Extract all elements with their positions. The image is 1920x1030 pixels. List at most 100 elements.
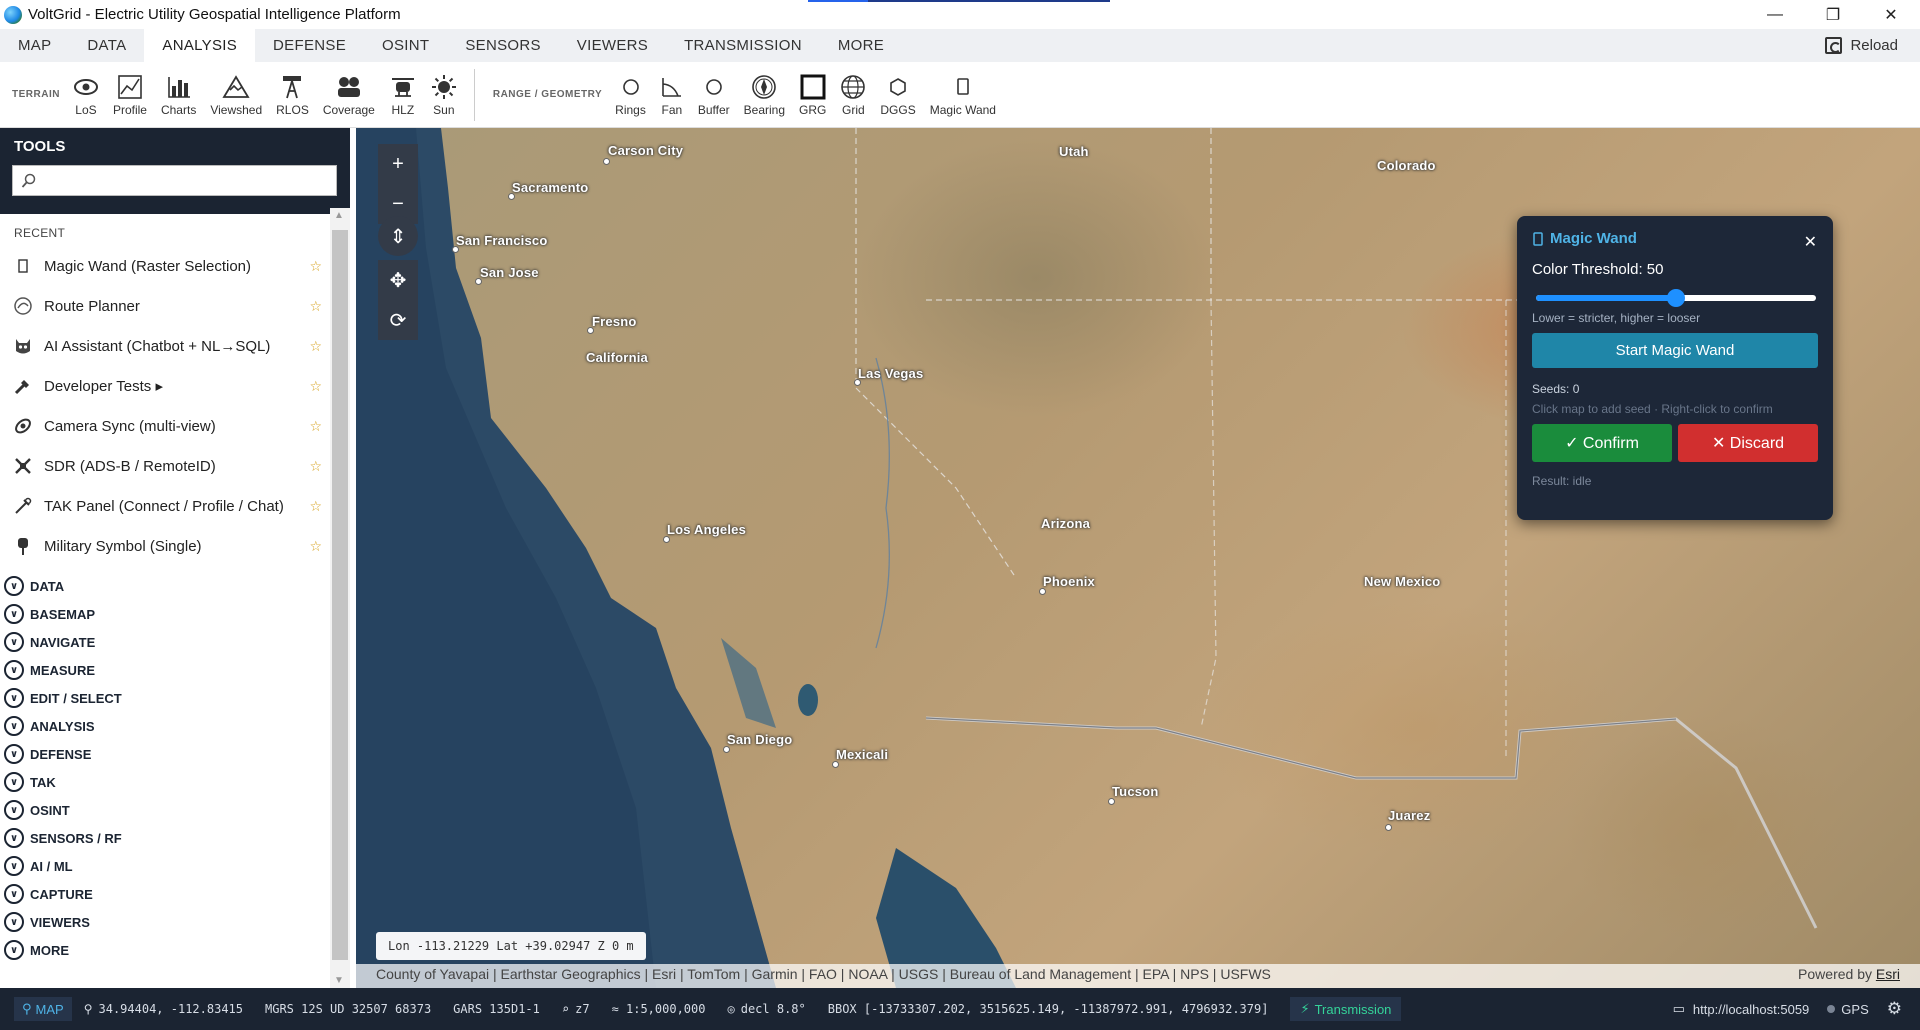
sidebar-scrollbar[interactable]: ▲ ▼ bbox=[330, 208, 350, 988]
category-capture[interactable]: ∨ CAPTURE bbox=[0, 880, 330, 908]
favorite-star-icon[interactable]: ☆ bbox=[309, 498, 322, 515]
zoom-in-button[interactable]: + bbox=[378, 144, 418, 184]
confirm-button[interactable]: ✓ Confirm bbox=[1532, 424, 1672, 462]
title-accent bbox=[808, 0, 1110, 2]
restore-button[interactable]: ❐ bbox=[1804, 0, 1862, 29]
range-group-label: RANGE / GEOMETRY bbox=[492, 89, 603, 100]
tab-osint[interactable]: OSINT bbox=[364, 29, 447, 62]
transmission-chip[interactable]: ⚡ Transmission bbox=[1290, 997, 1402, 1021]
category-sensors-rf[interactable]: ∨ SENSORS / RF bbox=[0, 824, 330, 852]
threshold-slider[interactable] bbox=[1532, 288, 1818, 307]
esri-link[interactable]: Esri bbox=[1876, 966, 1900, 982]
coverage-icon bbox=[335, 72, 363, 102]
tab-map[interactable]: MAP bbox=[0, 29, 69, 62]
category-measure[interactable]: ∨ MEASURE bbox=[0, 656, 330, 684]
seeds-count: Seeds: 0 bbox=[1532, 382, 1580, 396]
map-mode-label: MAP bbox=[35, 1001, 64, 1017]
dggs-button[interactable]: DGGS bbox=[873, 65, 922, 125]
recent-item-sdr[interactable]: SDR (ADS-B / RemoteID) ☆ bbox=[0, 446, 330, 486]
category-ai-ml[interactable]: ∨ AI / ML bbox=[0, 852, 330, 880]
magic-wand-button[interactable]: Magic Wand bbox=[923, 65, 1003, 125]
favorite-star-icon[interactable]: ☆ bbox=[309, 458, 322, 475]
recent-item-camera-sync[interactable]: Camera Sync (multi-view) ☆ bbox=[0, 406, 330, 446]
grg-button[interactable]: GRG bbox=[792, 65, 833, 125]
fan-button[interactable]: Fan bbox=[653, 65, 691, 125]
category-edit-select[interactable]: ∨ EDIT / SELECT bbox=[0, 684, 330, 712]
scroll-down-icon[interactable]: ▼ bbox=[334, 975, 344, 986]
pan-icon[interactable]: ✥ bbox=[378, 260, 418, 300]
rings-button[interactable]: Rings bbox=[608, 65, 653, 125]
viewshed-button[interactable]: Viewshed bbox=[203, 65, 269, 125]
chevron-down-icon: ∨ bbox=[4, 632, 24, 652]
los-button[interactable]: LoS bbox=[66, 65, 106, 125]
tools-search[interactable] bbox=[12, 165, 337, 196]
category-label: ANALYSIS bbox=[30, 718, 95, 734]
favorite-star-icon[interactable]: ☆ bbox=[309, 538, 322, 555]
favorite-star-icon[interactable]: ☆ bbox=[309, 258, 322, 275]
category-defense[interactable]: ∨ DEFENSE bbox=[0, 740, 330, 768]
settings-gear-icon[interactable]: ⚙ bbox=[1887, 999, 1902, 1019]
scrollbar-thumb[interactable] bbox=[332, 230, 348, 960]
sun-button[interactable]: Sun bbox=[424, 65, 464, 125]
place-marker bbox=[603, 158, 610, 165]
favorite-star-icon[interactable]: ☆ bbox=[309, 418, 322, 435]
window-controls: — ❐ ✕ bbox=[1746, 0, 1920, 29]
slider-handle[interactable] bbox=[1667, 289, 1685, 307]
tab-viewers[interactable]: VIEWERS bbox=[559, 29, 666, 62]
close-icon[interactable]: ✕ bbox=[1804, 232, 1817, 252]
tab-data[interactable]: DATA bbox=[69, 29, 144, 62]
tab-more[interactable]: MORE bbox=[820, 29, 902, 62]
category-osint[interactable]: ∨ OSINT bbox=[0, 796, 330, 824]
place-label: New Mexico bbox=[1364, 574, 1441, 589]
discard-button[interactable]: ✕ Discard bbox=[1678, 424, 1818, 462]
favorite-star-icon[interactable]: ☆ bbox=[309, 338, 322, 355]
category-viewers[interactable]: ∨ VIEWERS bbox=[0, 908, 330, 936]
profile-button[interactable]: Profile bbox=[106, 65, 154, 125]
recent-item-magic-wand[interactable]: Magic Wand (Raster Selection) ☆ bbox=[0, 246, 330, 286]
close-window-button[interactable]: ✕ bbox=[1862, 0, 1920, 29]
recent-item-ai-assistant[interactable]: AI Assistant (Chatbot + NL→SQL) ☆ bbox=[0, 326, 330, 366]
favorite-star-icon[interactable]: ☆ bbox=[309, 378, 322, 395]
reload-button[interactable]: Reload bbox=[1825, 29, 1898, 62]
tab-defense[interactable]: DEFENSE bbox=[255, 29, 364, 62]
map-mode-chip[interactable]: ⚲ MAP bbox=[14, 997, 72, 1021]
category-data[interactable]: ∨ DATA bbox=[0, 572, 330, 600]
tab-sensors[interactable]: SENSORS bbox=[447, 29, 558, 62]
minimize-button[interactable]: — bbox=[1746, 0, 1804, 29]
grid-label: Grid bbox=[842, 103, 865, 117]
category-analysis[interactable]: ∨ ANALYSIS bbox=[0, 712, 330, 740]
category-label: OSINT bbox=[30, 802, 70, 818]
favorite-star-icon[interactable]: ☆ bbox=[309, 298, 322, 315]
hlz-button[interactable]: HLZ bbox=[382, 65, 424, 125]
chevron-down-icon: ∨ bbox=[4, 828, 24, 848]
map-view[interactable]: + − ⇕ ✥ ⟳ Carson City Sacramento San Fra… bbox=[356, 128, 1920, 988]
rotate-icon[interactable]: ⟳ bbox=[378, 300, 418, 340]
category-tak[interactable]: ∨ TAK bbox=[0, 768, 330, 796]
recent-item-developer-tests[interactable]: Developer Tests ▸ ☆ bbox=[0, 366, 330, 406]
buffer-button[interactable]: Buffer bbox=[691, 65, 737, 125]
category-more[interactable]: ∨ MORE bbox=[0, 936, 330, 964]
recent-item-route-planner[interactable]: Route Planner ☆ bbox=[0, 286, 330, 326]
bearing-button[interactable]: Bearing bbox=[737, 65, 792, 125]
recent-item-military-symbol[interactable]: Military Symbol (Single) ☆ bbox=[0, 526, 330, 566]
tools-search-input[interactable] bbox=[43, 172, 336, 189]
grid-button[interactable]: Grid bbox=[833, 65, 873, 125]
start-magic-wand-button[interactable]: Start Magic Wand bbox=[1532, 333, 1818, 368]
compass-small-icon: ◎ bbox=[727, 1002, 735, 1016]
fan-icon bbox=[660, 72, 684, 102]
place-label: Fresno bbox=[592, 314, 637, 329]
tab-analysis[interactable]: ANALYSIS bbox=[144, 29, 256, 62]
place-marker bbox=[832, 761, 839, 768]
coverage-button[interactable]: Coverage bbox=[316, 65, 382, 125]
chevron-down-icon: ∨ bbox=[4, 576, 24, 596]
gps-status: GPS bbox=[1827, 1002, 1869, 1017]
category-label: VIEWERS bbox=[30, 914, 90, 930]
category-navigate[interactable]: ∨ NAVIGATE bbox=[0, 628, 330, 656]
tab-transmission[interactable]: TRANSMISSION bbox=[666, 29, 820, 62]
rlos-button[interactable]: RLOS bbox=[269, 65, 316, 125]
scroll-up-icon[interactable]: ▲ bbox=[334, 210, 344, 221]
compass-button[interactable]: ⇕ bbox=[378, 216, 418, 256]
category-basemap[interactable]: ∨ BASEMAP bbox=[0, 600, 330, 628]
charts-button[interactable]: Charts bbox=[154, 65, 203, 125]
recent-item-tak-panel[interactable]: TAK Panel (Connect / Profile / Chat) ☆ bbox=[0, 486, 330, 526]
